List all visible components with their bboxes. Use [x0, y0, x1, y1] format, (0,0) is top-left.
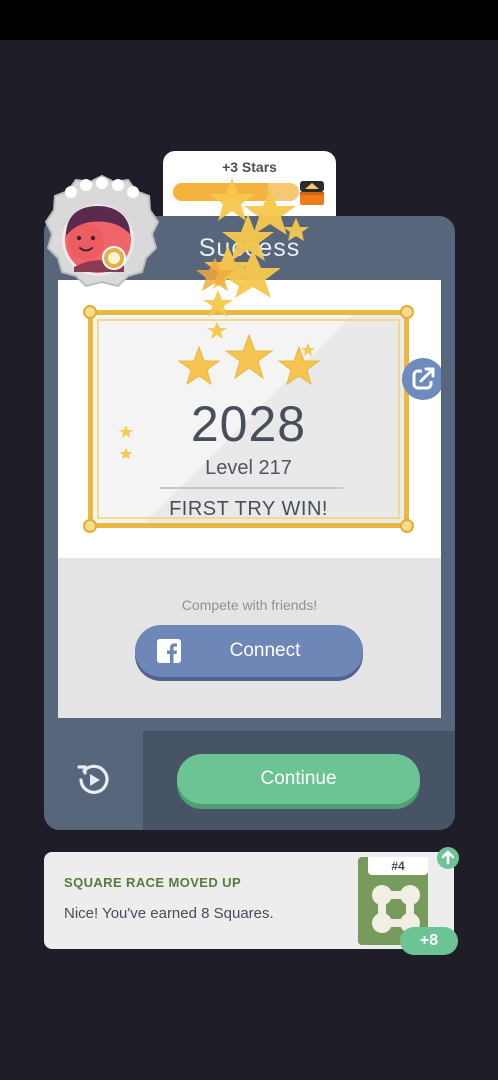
notification-body: Nice! You've earned 8 Squares. [64, 905, 274, 922]
facebook-connect-button[interactable]: Connect [135, 625, 363, 677]
replay-icon [77, 764, 109, 794]
notification-title: SQUARE RACE MOVED UP [64, 875, 242, 890]
divider [160, 487, 343, 489]
facebook-icon [157, 639, 181, 663]
connect-label: Connect [229, 640, 301, 661]
reward-label: +3 Stars [222, 159, 277, 175]
level-label: Level 217 [205, 457, 292, 479]
treasure-chest-icon [300, 181, 324, 205]
frame-corner [400, 519, 414, 533]
continue-label: Continue [260, 768, 337, 789]
result-label: FIRST TRY WIN! [169, 498, 328, 520]
three-stars-icon [177, 333, 321, 386]
card-body: 2028 Level 217 FIRST TRY WIN! Compete wi… [58, 280, 441, 718]
status-bar [0, 0, 498, 40]
frame-corner [400, 305, 414, 319]
square-race-notification[interactable]: SQUARE RACE MOVED UP Nice! You've earned… [44, 847, 459, 955]
share-button[interactable] [402, 358, 441, 400]
rank-label: #4 [368, 857, 428, 875]
action-row: Continue [44, 731, 455, 830]
frame-corner [83, 305, 97, 319]
arrow-up-icon [437, 847, 459, 869]
reward-progress-bar [173, 183, 299, 201]
frame-corner [83, 519, 97, 533]
share-external-icon [412, 367, 436, 390]
score-frame: 2028 Level 217 FIRST TRY WIN! [83, 305, 414, 533]
replay-button[interactable] [44, 731, 143, 830]
score-value: 2028 [190, 396, 307, 452]
success-card: Success 2028 Level 217 FIRST TRY WIN! Co… [44, 216, 455, 830]
continue-button[interactable]: Continue [177, 754, 420, 804]
player-avatar-icon[interactable] [44, 172, 160, 296]
bonus-badge: +8 [400, 927, 458, 955]
compete-prompt: Compete with friends! [181, 597, 318, 613]
reward-progress-fill [173, 183, 268, 201]
